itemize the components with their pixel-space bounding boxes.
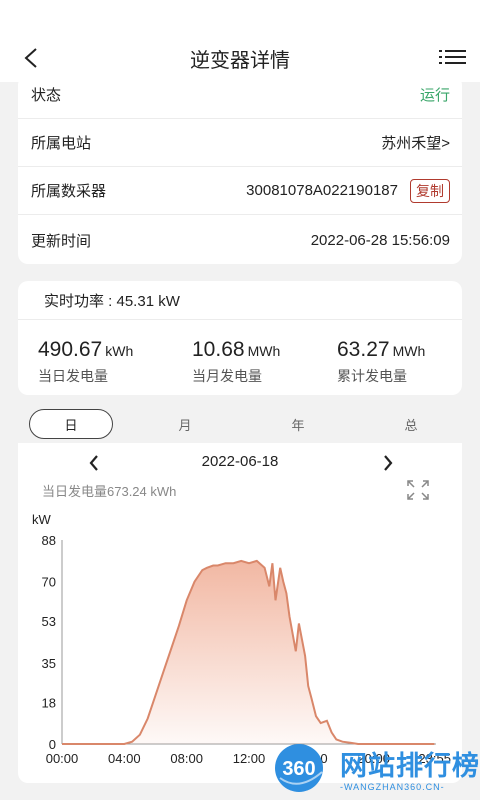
date-navigator: 2022-06-18 — [18, 451, 462, 475]
watermark-subtext: -WANGZHAN360.CN- — [340, 782, 445, 792]
chevron-right-icon — [384, 455, 393, 471]
y-tick-label: 70 — [42, 575, 56, 590]
top-bar: 逆变器详情 — [0, 0, 480, 82]
y-tick-label: 88 — [42, 533, 56, 548]
monthly-energy-stat: 10.68 MWh 当月发电量 — [192, 338, 280, 386]
monthly-energy-caption: 当月发电量 — [192, 368, 262, 384]
watermark-logo-icon: 360 — [275, 744, 323, 792]
y-axis-unit: kW — [32, 512, 52, 527]
copy-button[interactable]: 复制 — [410, 178, 450, 203]
daily-energy-caption: 当日发电量 — [38, 368, 108, 384]
expand-icon — [407, 480, 429, 500]
list-menu-icon — [439, 50, 466, 64]
x-tick-label: 04:00 — [108, 751, 141, 766]
update-time-row: 更新时间 2022-06-28 15:56:09 — [18, 216, 462, 264]
total-energy-caption: 累计发电量 — [337, 368, 407, 384]
total-energy-stat: 63.27 MWh 累计发电量 — [337, 338, 425, 386]
total-energy-value: 63.27 — [337, 338, 390, 361]
status-value: 运行 — [419, 87, 450, 104]
daily-energy-value: 490.67 — [38, 338, 103, 361]
tab-day[interactable]: 日 — [29, 409, 113, 439]
daily-energy-unit: kWh — [105, 343, 134, 359]
realtime-power: 实时功率 : 45.31 kW — [44, 293, 180, 310]
daily-energy-stat: 490.67 kWh 当日发电量 — [38, 338, 133, 386]
update-time-label: 更新时间 — [31, 232, 92, 250]
x-tick-label: 12:00 — [233, 751, 266, 766]
tab-month[interactable]: 月 — [143, 409, 227, 439]
watermark-text: 网站排行榜 — [340, 751, 480, 781]
inverter-info-card: 状态 运行 所属电站 苏州禾望> 所属数采器 30081078A02219018… — [18, 75, 462, 264]
station-row[interactable]: 所属电站 苏州禾望> — [18, 119, 462, 167]
day-total-energy: 当日发电量673.24 kWh — [42, 484, 177, 499]
tab-year[interactable]: 年 — [256, 409, 340, 439]
menu-button[interactable] — [438, 44, 468, 72]
datalogger-serial: 30081078A022190187 — [246, 182, 398, 199]
period-tabs: 日 月 年 总 — [18, 405, 462, 443]
fullscreen-button[interactable] — [406, 479, 430, 501]
datalogger-label: 所属数采器 — [31, 183, 107, 200]
monthly-energy-unit: MWh — [247, 343, 281, 359]
chart-card: 2022-06-18 当日发电量673.24 kWh kW 0 18 35 53 70 88… — [18, 443, 462, 783]
series-area — [62, 560, 435, 744]
total-energy-unit: MWh — [392, 343, 426, 359]
monthly-energy-value: 10.68 — [192, 338, 245, 361]
station-link[interactable]: 苏州禾望> — [381, 132, 450, 153]
status-row: 状态 运行 — [18, 71, 462, 119]
svg-text:360: 360 — [282, 758, 315, 780]
y-tick-label: 0 — [49, 737, 56, 752]
x-tick-label: 00:00 — [46, 751, 79, 766]
next-date-button[interactable] — [376, 451, 400, 475]
y-tick-label: 53 — [42, 614, 56, 629]
watermark: 360 网站排行榜 -WANGZHAN360.CN- — [266, 738, 480, 800]
datalogger-row: 所属数采器 30081078A022190187 复制 — [18, 167, 462, 215]
station-label: 所属电站 — [31, 135, 92, 152]
page-title: 逆变器详情 — [190, 50, 290, 72]
x-tick-label: 08:00 — [170, 751, 203, 766]
y-tick-label: 35 — [42, 656, 56, 671]
power-summary-card: 实时功率 : 45.31 kW 490.67 kWh 当日发电量 10.68 MWh… — [18, 281, 462, 395]
update-time-value: 2022-06-28 15:56:09 — [310, 231, 450, 249]
y-tick-label: 18 — [42, 695, 56, 710]
status-label: 状态 — [31, 87, 62, 104]
tab-total[interactable]: 总 — [369, 409, 453, 439]
divider — [18, 319, 462, 320]
